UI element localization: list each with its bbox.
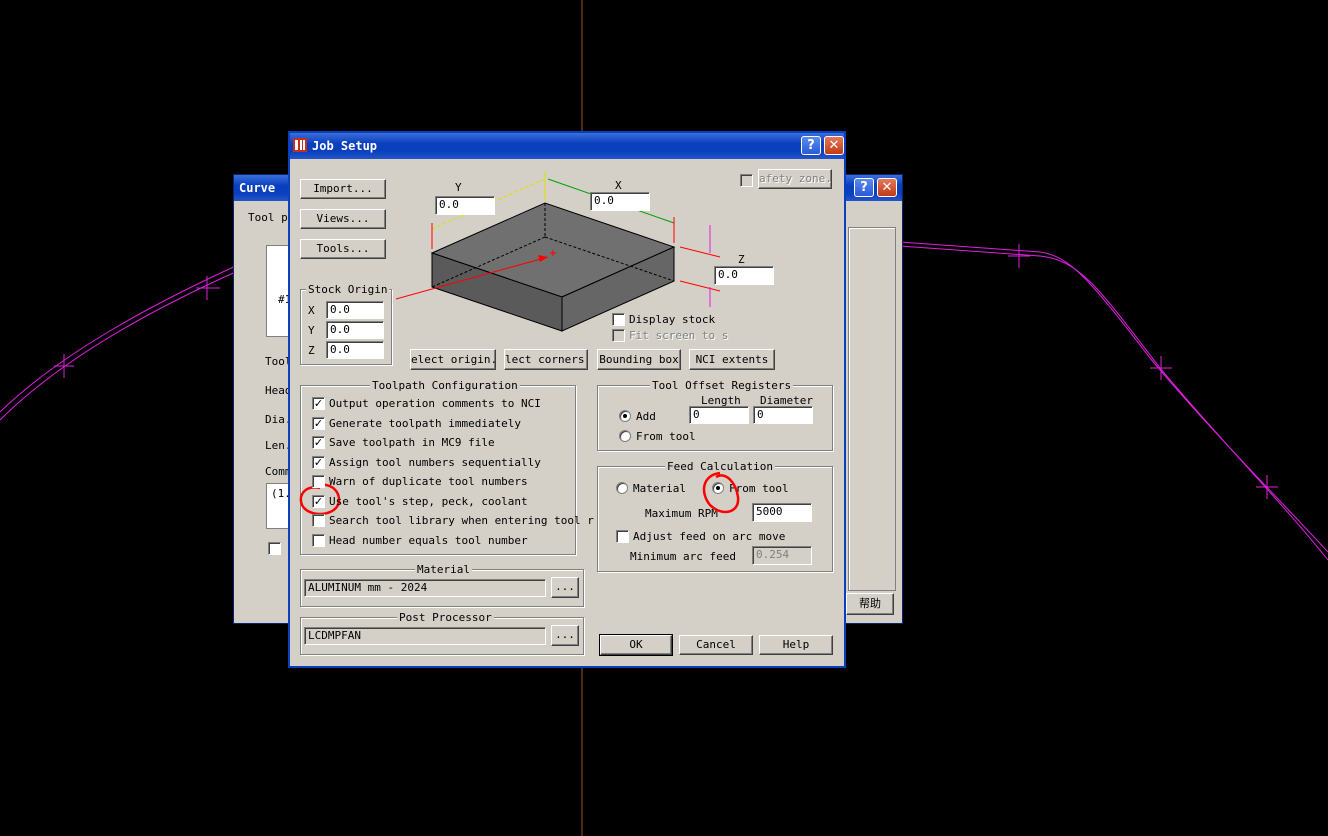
job-setup-dialog: Job Setup ? ✕ Import... Views... Tools..… <box>288 131 846 668</box>
toolpath-option-checkbox[interactable] <box>312 533 325 547</box>
toolpath-option-label: Warn of duplicate tool numbers <box>329 475 528 488</box>
toolpath-option-checkbox[interactable]: ✓ <box>312 397 325 410</box>
toolpath-curve-right-2 <box>899 241 1328 553</box>
toolpath-option-label: Assign tool numbers sequentially <box>329 455 541 469</box>
toolpath-option-checkbox[interactable]: ✓ <box>312 494 325 508</box>
curve-help-icon[interactable]: ? <box>854 178 874 197</box>
toolpath-option-label: Save toolpath in MC9 file <box>329 436 495 449</box>
toolpath-option-label: Output operation comments to NCI <box>329 397 541 410</box>
curve-checkbox[interactable] <box>268 542 281 555</box>
toolpath-option-checkbox[interactable] <box>312 514 325 527</box>
toolpath-option-label: Search tool library when entering tool r <box>329 514 594 527</box>
curve-help-button[interactable]: 帮助 <box>846 593 894 615</box>
annotation-circle-from-tool <box>702 471 740 514</box>
toolpath-option-checkbox[interactable] <box>312 475 325 488</box>
toolpath-curve-right <box>899 245 1328 561</box>
toolpath-option-label: Generate toolpath immediately <box>329 416 522 430</box>
curve-right-panel <box>848 227 896 591</box>
toolpath-option-label: Head number equals tool number <box>329 533 528 547</box>
toolpath-option-checkbox[interactable]: ✓ <box>312 455 325 469</box>
toolpath-option-label: Use tool's step, peck, coolant <box>329 494 528 508</box>
toolpath-option-checkbox[interactable]: ✓ <box>312 436 325 449</box>
curve-close-icon[interactable]: ✕ <box>877 178 897 197</box>
toolpath-curve-left <box>0 269 241 421</box>
toolpath-option-checkbox[interactable]: ✓ <box>312 416 325 430</box>
curve-dialog-title: Curve <box>239 181 276 195</box>
